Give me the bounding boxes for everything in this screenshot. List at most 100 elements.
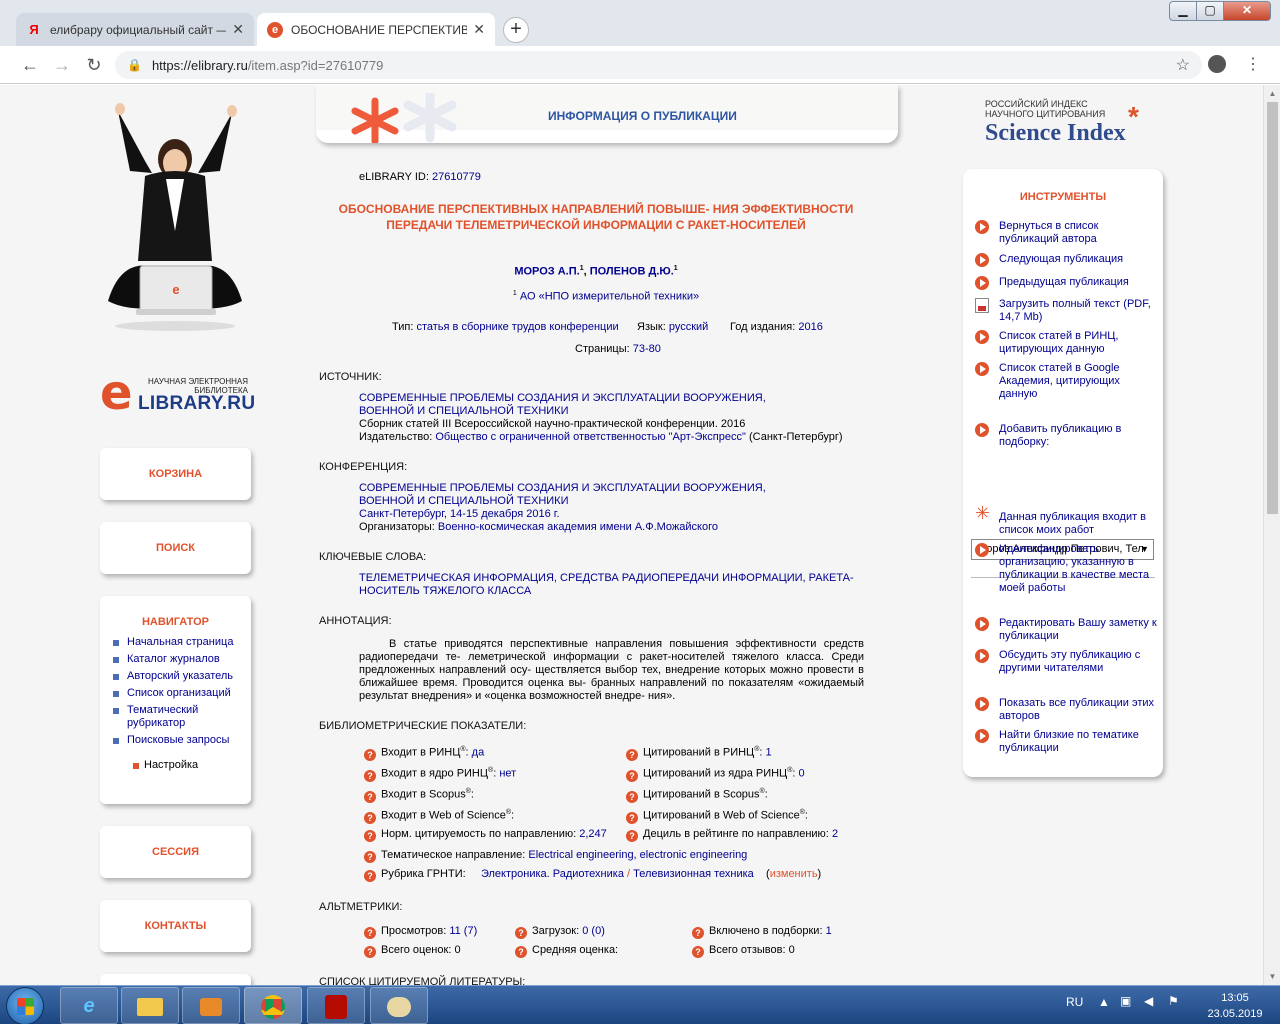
bookmark-star-icon[interactable]: ☆ [1176, 55, 1190, 75]
close-tab-icon[interactable]: ✕ [473, 21, 485, 38]
cart-button[interactable]: КОРЗИНА [100, 448, 251, 500]
elibrary-logo[interactable]: e НАУЧНАЯ ЭЛЕКТРОННАЯ БИБЛИОТЕКА LIBRARY… [100, 369, 255, 419]
change-link[interactable]: изменить [770, 868, 818, 880]
session-button[interactable]: СЕССИЯ [100, 826, 251, 878]
navigator-title: НАВИГАТОР [141, 616, 209, 628]
explorer-icon[interactable] [121, 987, 179, 1024]
affiliation-link[interactable]: АО «НПО измерительной техники» [520, 291, 699, 303]
help-icon[interactable]: ? [364, 870, 376, 882]
minimize-icon[interactable]: ▁ [1169, 1, 1197, 21]
conference-title-link[interactable]: СОВРЕМЕННЫЕ ПРОБЛЕМЫ СОЗДАНИЯ И ЭКСПЛУАТ… [359, 482, 799, 508]
help-icon[interactable]: ? [626, 830, 638, 842]
reload-icon[interactable]: ↻ [83, 54, 105, 76]
nav-item-journals[interactable]: Каталог журналов [113, 653, 251, 666]
source-title-link[interactable]: СОВРЕМЕННЫЕ ПРОБЛЕМЫ СОЗДАНИЯ И ЭКСПЛУАТ… [359, 392, 799, 418]
search-button[interactable]: ПОИСК [100, 522, 251, 574]
start-button[interactable] [6, 987, 44, 1024]
tool-google-scholar-citing[interactable]: Список статей в Google Академия, цитирую… [975, 362, 1157, 401]
nav-link[interactable]: Поисковые запросы [127, 734, 229, 746]
contacts-button[interactable]: КОНТАКТЫ [100, 900, 251, 952]
language-indicator[interactable]: RU [1066, 995, 1083, 1009]
asterisk-icon: ✳ [975, 503, 991, 523]
science-index-logo[interactable]: РОССИЙСКИЙ ИНДЕКС НАУЧНОГО ЦИТИРОВАНИЯ S… [985, 99, 1165, 153]
nav-link[interactable]: Начальная страница [127, 636, 233, 648]
help-icon[interactable]: ? [364, 769, 376, 782]
flag-notification-icon[interactable]: ⚑ [1168, 994, 1179, 1008]
help-icon[interactable]: ? [515, 946, 527, 958]
help-icon[interactable]: ? [364, 927, 376, 939]
profile-icon[interactable] [1208, 55, 1226, 73]
metric-core-in: ? Входит в ядро РИНЦ®: нет [364, 767, 516, 782]
help-icon[interactable]: ? [364, 851, 376, 863]
thematic-link[interactable]: Electrical engineering, electronic engin… [528, 849, 747, 861]
author-link[interactable]: МОРОЗ А.П. [514, 266, 579, 278]
help-icon[interactable]: ? [364, 790, 376, 803]
help-icon[interactable]: ? [364, 946, 376, 958]
organizers-link[interactable]: Военно-космическая академия имени А.Ф.Мо… [438, 521, 718, 533]
scroll-down-icon[interactable]: ▼ [1264, 968, 1280, 985]
author-link[interactable]: ПОЛЕНОВ Д.Ю. [590, 266, 674, 278]
nav-item-queries[interactable]: Поисковые запросы [113, 734, 251, 747]
acrobat-icon[interactable] [307, 987, 365, 1024]
nav-item-settings[interactable]: Настройка [113, 759, 251, 772]
grnti-link[interactable]: Электроника. Радиотехника [481, 868, 624, 880]
window-close-icon[interactable]: ✕ [1223, 1, 1271, 21]
tool-previous-publication[interactable]: Предыдущая публикация [975, 276, 1157, 290]
help-icon[interactable]: ? [692, 927, 704, 939]
media-player-icon[interactable] [182, 987, 240, 1024]
volume-icon[interactable]: ◀ [1144, 994, 1153, 1008]
tool-download-pdf[interactable]: Загрузить полный текст (PDF, 14,7 Mb) [975, 298, 1157, 324]
vertical-scrollbar[interactable]: ▲ ▼ [1263, 85, 1280, 985]
nav-link[interactable]: Тематический рубрикатор [127, 704, 198, 729]
tool-all-author-publications[interactable]: Показать все публикации этих авторов [975, 697, 1157, 723]
tool-rinc-citing[interactable]: Список статей в РИНЦ, цитирующих данную [975, 330, 1157, 356]
tool-identify-organization[interactable]: Идентифицировать организацию, указанную … [975, 543, 1157, 595]
keywords-links[interactable]: ТЕЛЕМЕТРИЧЕСКАЯ ИНФОРМАЦИЯ, СРЕДСТВА РАД… [359, 572, 864, 598]
back-icon[interactable]: ← [19, 54, 41, 76]
tool-edit-note[interactable]: Редактировать Вашу заметку к публикации [975, 617, 1157, 643]
help-icon[interactable]: ? [626, 790, 638, 803]
nav-link[interactable]: Авторский указатель [127, 670, 233, 682]
new-tab-button[interactable]: + [503, 17, 529, 43]
help-icon[interactable]: ? [626, 811, 638, 824]
tray-expand-icon[interactable]: ▲ [1098, 995, 1110, 1009]
paint-icon[interactable] [370, 987, 428, 1024]
tool-next-publication[interactable]: Следующая публикация [975, 253, 1157, 267]
forward-icon[interactable]: → [51, 54, 73, 76]
clock[interactable]: 13:05 23.05.2019 [1200, 990, 1270, 1022]
tool-in-my-works[interactable]: ✳ Данная публикация входит в список моих … [975, 504, 1157, 537]
tab-yandex[interactable]: Я елибрару официальный сайт — ✕ [16, 13, 254, 46]
tab-elibrary[interactable]: e ОБОСНОВАНИЕ ПЕРСПЕКТИВН ✕ [257, 13, 495, 46]
address-bar[interactable]: 🔒 https://elibrary.ru/item.asp?id=276107… [115, 51, 1202, 79]
help-icon[interactable]: ? [626, 769, 638, 782]
publisher-link[interactable]: Общество с ограниченной ответственностью… [435, 431, 746, 443]
help-icon[interactable]: ? [692, 946, 704, 958]
tool-back-to-author-list[interactable]: Вернуться в список публикаций автора [975, 220, 1157, 246]
help-icon[interactable]: ? [515, 927, 527, 939]
scroll-thumb[interactable] [1267, 102, 1278, 514]
nav-item-home[interactable]: Начальная страница [113, 636, 251, 649]
chrome-icon[interactable] [244, 987, 302, 1024]
bullet-icon [113, 708, 119, 714]
nav-link[interactable]: Настройка [144, 759, 198, 771]
scroll-up-icon[interactable]: ▲ [1264, 85, 1280, 102]
tool-similar-publications[interactable]: Найти близкие по тематике публикации [975, 729, 1157, 755]
nav-item-organizations[interactable]: Список организаций [113, 687, 251, 700]
nav-link[interactable]: Каталог журналов [127, 653, 220, 665]
nav-item-rubricator[interactable]: Тематический рубрикатор [113, 704, 251, 730]
help-icon[interactable]: ? [364, 830, 376, 842]
menu-icon[interactable]: ⋮ [1245, 54, 1261, 74]
maximize-icon[interactable]: ▢ [1196, 1, 1224, 21]
network-icon[interactable]: ▣ [1120, 994, 1131, 1008]
close-tab-icon[interactable]: ✕ [232, 21, 244, 38]
nav-item-authors[interactable]: Авторский указатель [113, 670, 251, 683]
grnti-link[interactable]: Телевизионная техника [633, 868, 754, 880]
help-icon[interactable]: ? [364, 811, 376, 824]
nav-link[interactable]: Список организаций [127, 687, 231, 699]
help-icon[interactable]: ? [364, 748, 376, 761]
ie-icon[interactable]: e [60, 987, 118, 1024]
help-icon[interactable]: ? [626, 748, 638, 761]
altmetrics-label: АЛЬТМЕТРИКИ: [319, 901, 403, 913]
tool-discuss[interactable]: Обсудить эту публикацию с другими читате… [975, 649, 1157, 675]
tool-add-to-collection[interactable]: Добавить публикацию в подборку: [975, 423, 1157, 449]
